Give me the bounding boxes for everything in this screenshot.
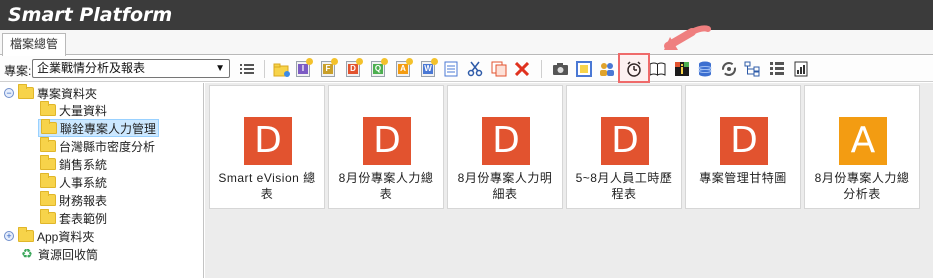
folder-icon (40, 137, 56, 152)
folder-icon (18, 227, 34, 242)
list-view-icon[interactable] (768, 60, 786, 78)
selected-tree-item[interactable]: 聯銓專案人力管理 (38, 119, 160, 137)
book-icon[interactable] (648, 60, 666, 78)
camera-icon[interactable] (551, 60, 569, 78)
tree-item-label: 專案資料夾 (37, 86, 98, 101)
toolbar: 專案: 企業戰情分析及報表 ▼ I F D Q A W (0, 56, 933, 82)
tree-item-label: 財務報表 (59, 193, 108, 208)
scissors-icon[interactable] (466, 60, 484, 78)
folder-icon (18, 84, 34, 99)
tree-item-project-folders[interactable]: − 專案資料夾 (4, 84, 97, 102)
new-w-report-icon[interactable]: W (419, 58, 438, 78)
copy-icon[interactable] (490, 60, 508, 78)
delete-icon[interactable] (513, 60, 531, 78)
tree-item-taiwan-density[interactable]: 台灣縣市密度分析 (40, 137, 155, 155)
report-card-caption: 專案管理甘特圖 (699, 171, 787, 185)
new-i-report-icon[interactable]: I (294, 58, 313, 78)
info-icon[interactable] (673, 60, 691, 78)
tree-item-template-examples[interactable]: 套表範例 (40, 209, 107, 227)
recycle-icon: ♻ (21, 246, 33, 261)
new-d-report-icon[interactable]: D (344, 58, 363, 78)
folder-icon (40, 173, 56, 188)
d-report-icon: D (482, 117, 530, 165)
app-title: Smart Platform (0, 0, 933, 30)
folder-tree: − 專案資料夾 大量資料 聯銓專案人力管理 台灣縣市密度分析 銷售系統 人事系統… (0, 83, 204, 278)
report-card-caption: Smart eVision 總表 (218, 171, 316, 201)
pointer-arrow-icon (664, 25, 711, 50)
d-report-icon: D (363, 117, 411, 165)
folder-icon (40, 101, 56, 116)
tree-item-sales-system[interactable]: 銷售系統 (40, 155, 107, 173)
report-card[interactable]: D 8月份專案人力總表 (328, 85, 444, 209)
list-icon[interactable] (238, 60, 256, 78)
project-select-value: 企業戰情分析及報表 (37, 61, 146, 75)
d-report-icon: D (244, 117, 292, 165)
document-list-icon[interactable] (442, 60, 460, 78)
new-a-report-icon[interactable]: A (394, 58, 413, 78)
report-grid: D Smart eVision 總表 D 8月份專案人力總表 D 8月份專案人力… (205, 83, 933, 278)
tree-item-hr-system[interactable]: 人事系統 (40, 173, 107, 191)
report-card[interactable]: D 5~8月人員工時歷程表 (566, 85, 682, 209)
tree-item-project-staffing[interactable]: 聯銓專案人力管理 (38, 119, 160, 137)
report-card-caption: 8月份專案人力總分析表 (814, 171, 910, 201)
d-report-icon: D (601, 117, 649, 165)
hierarchy-icon[interactable] (743, 60, 761, 78)
tree-item-label: 套表範例 (59, 211, 108, 226)
folder-icon (40, 209, 56, 224)
tree-item-financial-reports[interactable]: 財務報表 (40, 191, 107, 209)
tree-item-app-folder[interactable]: + App資料夾 (4, 227, 94, 245)
a-report-icon: A (839, 117, 887, 165)
tab-file-manager[interactable]: 檔案總管 (2, 33, 66, 56)
new-f-report-icon[interactable]: F (319, 58, 338, 78)
tree-item-recycle-bin[interactable]: ♻ 資源回收筒 (20, 245, 98, 263)
project-label: 專案: (4, 64, 32, 78)
project-select[interactable]: 企業戰情分析及報表 ▼ (32, 59, 230, 78)
report-card[interactable]: D Smart eVision 總表 (209, 85, 325, 209)
report-card[interactable]: D 專案管理甘特圖 (685, 85, 801, 209)
sync-icon[interactable] (720, 60, 738, 78)
tab-strip: 檔案總管 (0, 30, 933, 56)
chart-report-icon[interactable] (792, 60, 810, 78)
d-report-icon: D (720, 117, 768, 165)
schedule-highlight (618, 53, 650, 83)
report-card[interactable]: A 8月份專案人力總分析表 (804, 85, 920, 209)
chevron-down-icon: ▼ (215, 63, 225, 74)
folder-icon (40, 155, 56, 170)
new-folder-icon[interactable] (272, 60, 290, 78)
report-card-caption: 8月份專案人力明細表 (457, 171, 553, 201)
expand-icon[interactable]: + (4, 231, 14, 241)
tree-item-label: 銷售系統 (59, 157, 108, 172)
tree-item-label: 台灣縣市密度分析 (59, 139, 156, 154)
report-card[interactable]: D 8月份專案人力明細表 (447, 85, 563, 209)
tree-item-label: 資源回收筒 (38, 247, 99, 262)
frame-icon[interactable] (575, 60, 593, 78)
collapse-icon[interactable]: − (4, 88, 14, 98)
tree-item-big-data[interactable]: 大量資料 (40, 101, 107, 119)
folder-icon (40, 191, 56, 206)
database-icon[interactable] (696, 60, 714, 78)
folder-icon (41, 119, 57, 134)
tree-item-label: 大量資料 (59, 103, 108, 118)
tree-item-label: 人事系統 (59, 175, 108, 190)
users-icon[interactable] (598, 60, 616, 78)
tree-item-label: App資料夾 (37, 229, 95, 244)
report-card-caption: 8月份專案人力總表 (338, 171, 434, 201)
report-card-caption: 5~8月人員工時歷程表 (575, 171, 673, 201)
tree-item-label: 聯銓專案人力管理 (60, 121, 157, 136)
new-q-report-icon[interactable]: Q (369, 58, 388, 78)
